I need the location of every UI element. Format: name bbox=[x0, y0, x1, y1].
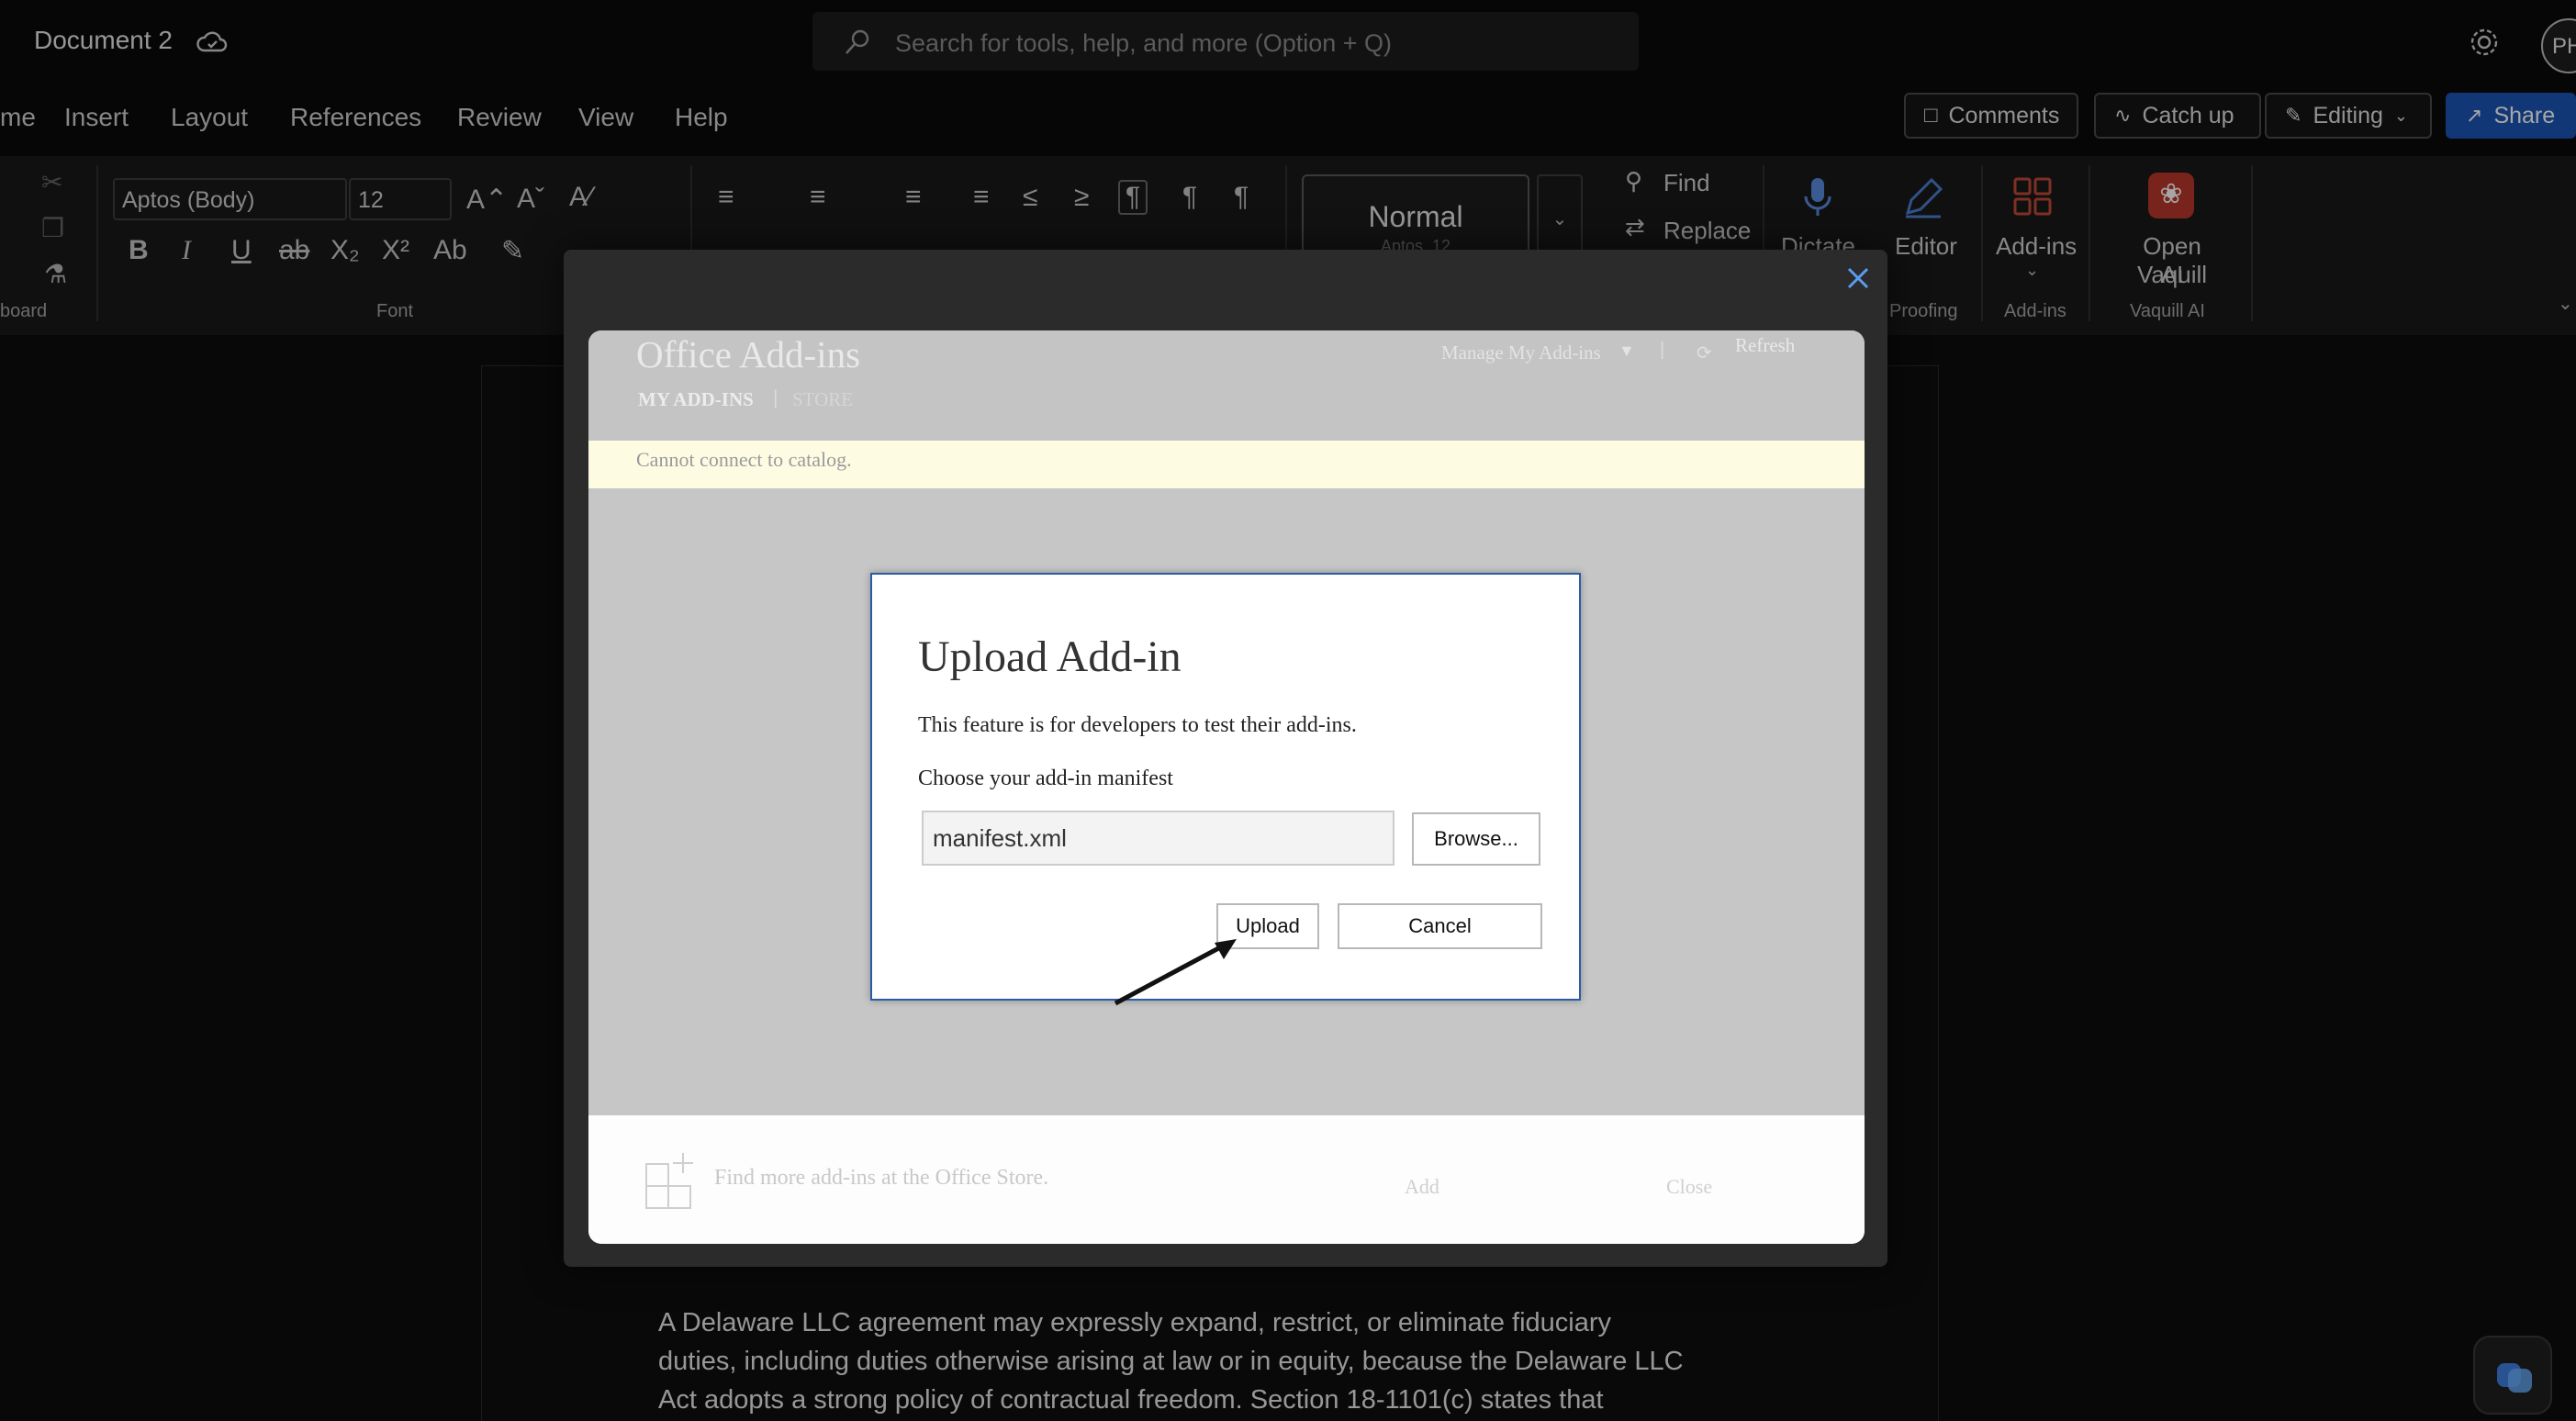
close-icon[interactable] bbox=[1842, 262, 1875, 295]
close-button[interactable]: Close bbox=[1666, 1175, 1712, 1199]
tab-store[interactable]: STORE bbox=[792, 388, 853, 411]
header-separator: | bbox=[1660, 340, 1665, 360]
upload-dialog-description: This feature is for developers to test t… bbox=[918, 713, 1357, 737]
catalog-warning-text: Cannot connect to catalog. bbox=[636, 448, 852, 471]
manifest-label: Choose your add-in manifest bbox=[918, 766, 1173, 790]
annotation-arrow-icon bbox=[1114, 939, 1237, 1006]
office-store-link[interactable]: Find more add-ins at the Office Store. bbox=[714, 1166, 1048, 1191]
caret-down-icon[interactable]: ▼ bbox=[1618, 341, 1635, 361]
browse-button[interactable]: Browse... bbox=[1412, 812, 1540, 866]
tab-separator: | bbox=[773, 387, 778, 408]
add-button[interactable]: Add bbox=[1405, 1175, 1439, 1199]
cancel-button[interactable]: Cancel bbox=[1338, 903, 1542, 949]
refresh-link[interactable]: Refresh bbox=[1735, 334, 1795, 357]
tab-my-add-ins[interactable]: MY ADD-INS bbox=[638, 388, 754, 411]
store-add-icon[interactable] bbox=[644, 1149, 705, 1210]
manifest-file-field[interactable] bbox=[922, 811, 1394, 866]
manage-my-add-ins-link[interactable]: Manage My Add-ins bbox=[1441, 341, 1601, 364]
office-add-ins-title: Office Add-ins bbox=[636, 333, 861, 375]
upload-dialog-title: Upload Add-in bbox=[918, 632, 1182, 681]
refresh-icon[interactable]: ⟳ bbox=[1697, 341, 1712, 364]
